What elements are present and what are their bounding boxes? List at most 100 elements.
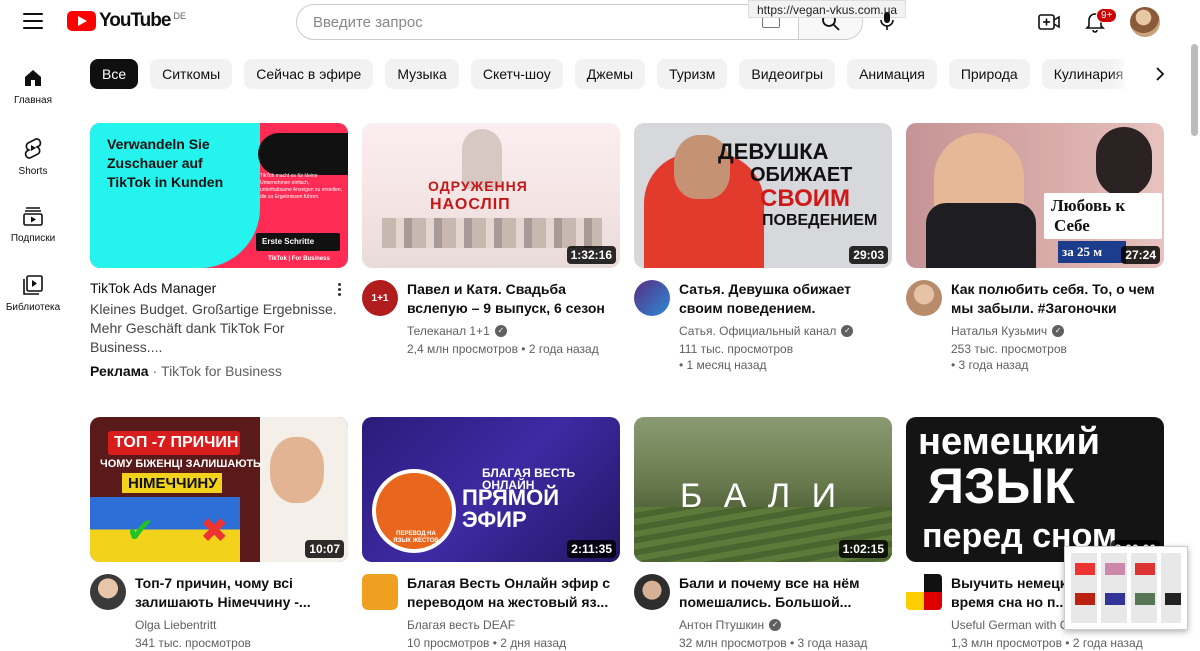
verified-icon: ✓: [841, 325, 854, 337]
youtube-play-icon: [67, 11, 96, 31]
thumb-text: ТОП -7 ПРИЧИН: [114, 434, 239, 451]
video-card[interactable]: ОДРУЖЕННЯ НАОСЛІП 1:32:16 1+1 Павел и Ка…: [362, 123, 620, 357]
search-input[interactable]: [297, 5, 762, 39]
video-title[interactable]: Павел и Катя. Свадьба вслепую – 9 выпуск…: [407, 280, 620, 318]
sidebar-item-library[interactable]: Библиотека: [0, 263, 66, 332]
chip-nature[interactable]: Природа: [948, 59, 1030, 89]
video-duration: 29:03: [849, 246, 888, 264]
create-button[interactable]: [1034, 7, 1064, 37]
video-thumbnail[interactable]: ТОП -7 ПРИЧИН ЧОМУ БІЖЕНЦІ ЗАЛИШАЮТЬ НІМ…: [90, 417, 348, 562]
chip-all[interactable]: Все: [90, 59, 139, 89]
channel-name-row: Телеканал 1+1 ✓: [407, 324, 620, 338]
video-card[interactable]: ТОП -7 ПРИЧИН ЧОМУ БІЖЕНЦІ ЗАЛИШАЮТЬ НІМ…: [90, 417, 348, 651]
channel-name[interactable]: Благая весть DEAF: [407, 618, 515, 632]
youtube-logo[interactable]: YouTube DE: [67, 10, 186, 32]
video-title[interactable]: Сатья. Девушка обижает своим поведением.: [679, 280, 892, 318]
thumb-text: ДЕВУШКА: [718, 139, 829, 164]
chip-music[interactable]: Музыка: [385, 59, 459, 89]
channel-avatar[interactable]: [634, 280, 670, 316]
channel-avatar[interactable]: [362, 574, 398, 610]
video-duration: 10:07: [305, 540, 344, 558]
scrollbar[interactable]: [1191, 44, 1198, 136]
chip-jams[interactable]: Джемы: [574, 59, 646, 89]
video-thumbnail[interactable]: ОДРУЖЕННЯ НАОСЛІП 1:32:16: [362, 123, 620, 268]
ad-thumb-cta-label: Erste Schritte: [262, 237, 315, 246]
chip-animation[interactable]: Анимация: [847, 59, 937, 89]
video-duration: 1:02:15: [838, 540, 888, 558]
video-card[interactable]: Б А Л И 1:02:15 Бали и почему все на нём…: [634, 417, 892, 651]
create-video-icon: [1038, 14, 1060, 30]
channel-avatar[interactable]: [634, 574, 670, 610]
keyboard-icon[interactable]: [762, 16, 780, 28]
thumb-text: за 25 м: [1062, 244, 1103, 259]
notifications-button[interactable]: 9+: [1080, 7, 1118, 37]
sidebar-item-label: Подписки: [10, 233, 56, 244]
channel-avatar[interactable]: [906, 280, 942, 316]
account-avatar[interactable]: [1130, 7, 1160, 37]
sidebar-item-shorts[interactable]: Shorts: [0, 125, 66, 194]
thumb-text: ОБИЖАЕТ: [750, 164, 853, 186]
thumb-shape: [1075, 593, 1095, 605]
chips-next-button[interactable]: [1148, 62, 1172, 86]
channel-name-row: Благая весть DEAF: [407, 618, 620, 632]
video-thumbnail[interactable]: Б А Л И 1:02:15: [634, 417, 892, 562]
video-duration: 1:32:16: [566, 246, 616, 264]
chip-sitcoms[interactable]: Ситкомы: [150, 59, 233, 89]
library-icon: [23, 275, 43, 295]
channel-name[interactable]: Телеканал 1+1: [407, 324, 490, 338]
video-title[interactable]: Как полюбить себя. То, о чем мы забыли. …: [951, 280, 1164, 318]
channel-avatar[interactable]: [90, 574, 126, 610]
video-stats: 253 тыс. просмотров: [951, 342, 1067, 356]
ad-thumb-brand: TikTok | For Business: [268, 256, 330, 262]
video-age: • 1 месяц назад: [679, 358, 767, 372]
video-title[interactable]: Топ-7 причин, чому всі залишають Німеччи…: [135, 574, 348, 612]
video-thumbnail[interactable]: ДЕВУШКА ОБИЖАЕТ СВОИМ ПОВЕДЕНИЕМ 29:03: [634, 123, 892, 268]
channel-name-row: Olga Liebentritt: [135, 618, 348, 632]
voice-search-button[interactable]: [878, 11, 896, 36]
subscriptions-icon: [23, 207, 43, 226]
chip-sketch[interactable]: Скетч-шоу: [470, 59, 563, 89]
verified-icon: ✓: [769, 619, 782, 631]
chip-live[interactable]: Сейчас в эфире: [244, 59, 374, 89]
thumb-text: ПРЯМОЙ ЭФИР: [462, 485, 560, 532]
video-thumbnail[interactable]: ПЕРЕВОД НА ЯЗЫК ЖЕСТОВ БЛАГАЯ ВЕСТЬ ОНЛА…: [362, 417, 620, 562]
notification-badge: 9+: [1096, 8, 1118, 23]
chip-tourism[interactable]: Туризм: [657, 59, 728, 89]
chip-videogames[interactable]: Видеоигры: [739, 59, 836, 89]
channel-name[interactable]: Наталья Кузьмич: [951, 324, 1047, 338]
video-thumbnail[interactable]: немецкий ЯЗЫК перед сном 8:00:00: [906, 417, 1164, 562]
ad-thumbnail[interactable]: Verwandeln Sie Zuschauer auf TikTok in K…: [90, 123, 348, 268]
channel-avatar[interactable]: [906, 574, 942, 610]
chevron-right-icon: [1156, 67, 1165, 81]
ad-label: Реклама: [90, 363, 149, 379]
sidebar-item-home[interactable]: Главная: [0, 56, 66, 125]
thumb-text: НІМЕЧЧИНУ: [128, 475, 218, 492]
ad-thumb-headline: Verwandeln Sie Zuschauer auf TikTok in K…: [107, 136, 224, 190]
channel-name[interactable]: Useful German with Cl...: [951, 618, 1081, 632]
ad-card[interactable]: Verwandeln Sie Zuschauer auf TikTok in K…: [90, 123, 348, 379]
channel-name[interactable]: Olga Liebentritt: [135, 618, 216, 632]
video-card[interactable]: ПЕРЕВОД НА ЯЗЫК ЖЕСТОВ БЛАГАЯ ВЕСТЬ ОНЛА…: [362, 417, 620, 651]
channel-name[interactable]: Антон Птушкин: [679, 618, 764, 632]
cross-icon: ✖: [200, 512, 229, 550]
channel-avatar[interactable]: 1+1: [362, 280, 398, 316]
video-title[interactable]: Благая Весть Онлайн эфир с переводом на …: [407, 574, 620, 612]
thumb-shape: [1075, 563, 1095, 575]
video-title[interactable]: Бали и почему все на нём помешались. Бол…: [679, 574, 892, 612]
thumb-text: ОДРУЖЕННЯ: [428, 178, 528, 194]
thumb-shape: [270, 437, 324, 503]
verified-icon: ✓: [1052, 325, 1065, 337]
microphone-icon: [880, 12, 894, 30]
more-options-button[interactable]: [332, 281, 346, 298]
video-stats: 10 просмотров • 2 дня назад: [407, 636, 567, 650]
ad-title[interactable]: TikTok Ads Manager: [90, 280, 348, 296]
channel-name-row: Антон Птушкин ✓: [679, 618, 892, 632]
screenshot-preview-thumbnail[interactable]: [1064, 546, 1188, 630]
channel-name[interactable]: Сатья. Официальный канал: [679, 324, 836, 338]
video-card[interactable]: Любовь к Себе за 25 м 27:24 Как полюбить…: [906, 123, 1164, 373]
video-card[interactable]: ДЕВУШКА ОБИЖАЕТ СВОИМ ПОВЕДЕНИЕМ 29:03 С…: [634, 123, 892, 373]
video-thumbnail[interactable]: Любовь к Себе за 25 м 27:24: [906, 123, 1164, 268]
sidebar-item-label: Главная: [13, 95, 53, 106]
sidebar-item-subscriptions[interactable]: Подписки: [0, 194, 66, 263]
menu-icon[interactable]: [23, 13, 43, 29]
